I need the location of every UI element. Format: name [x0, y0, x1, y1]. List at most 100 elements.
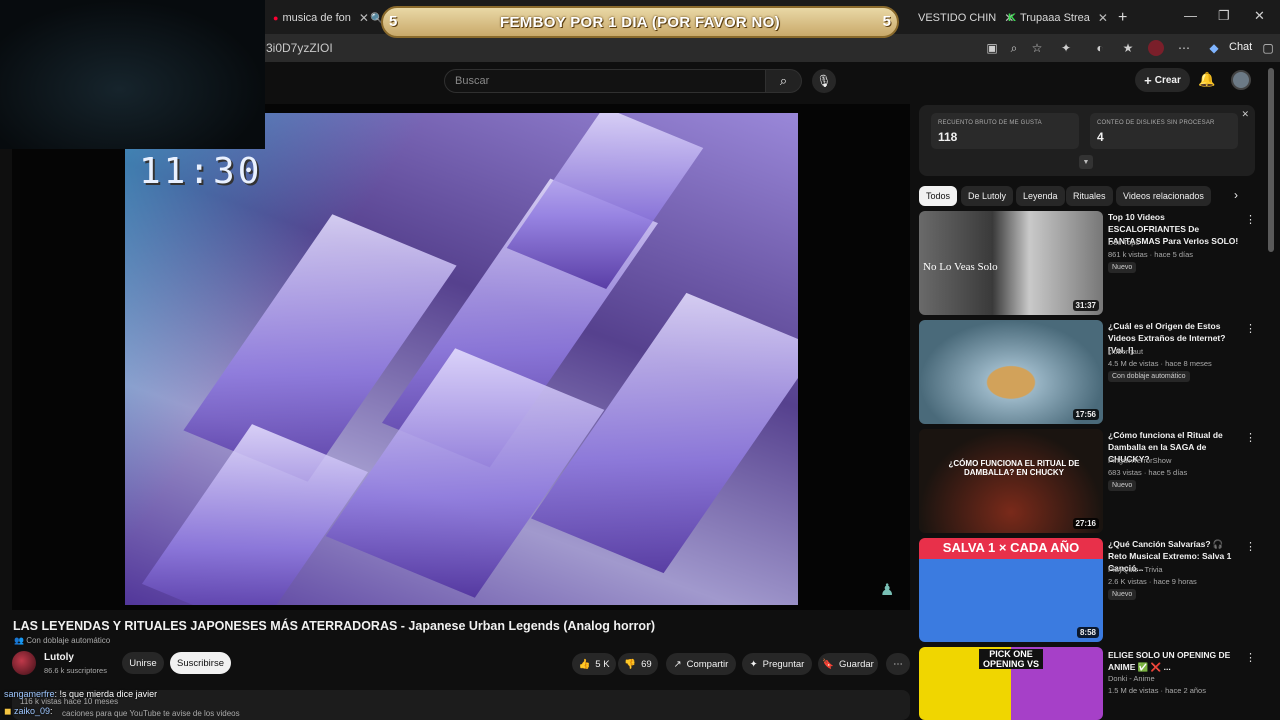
chat-user: zaiko_09	[14, 706, 51, 716]
more-vert-icon[interactable]: ⋮	[1245, 540, 1256, 553]
recommendation-meta: 861 k vistas · hace 5 días	[1108, 250, 1194, 259]
chip-todos[interactable]: Todos	[919, 186, 958, 206]
video-duration: 8:58	[1076, 627, 1099, 638]
likes-stat: RECUENTO BRUTO DE ME GUSTA 118	[931, 113, 1079, 149]
page-scrollbar[interactable]	[1268, 68, 1274, 252]
thumbs-up-icon: 👍	[578, 658, 591, 670]
browser-tab[interactable]: ● musica de fon ✕	[265, 4, 377, 32]
more-vert-icon[interactable]: ⋮	[1245, 213, 1256, 226]
app-icon[interactable]: ▣	[984, 40, 1000, 56]
video-thumbnail[interactable]: ¿CÓMO FUNCIONA EL RITUAL DE DAMBALLA? EN…	[919, 429, 1103, 533]
chip-de-lutoly[interactable]: De Lutoly	[961, 186, 1014, 206]
thumbnail-text: ¿CÓMO FUNCIONA EL RITUAL DE DAMBALLA? EN…	[948, 459, 1080, 477]
more-vert-icon[interactable]: ⋮	[1245, 322, 1256, 335]
save-button[interactable]: 🔖 Guardar	[818, 653, 878, 675]
tab-title: Trupaaa Strea	[1019, 12, 1090, 24]
recommendation-title[interactable]: ELIGE SOLO UN OPENING DE ANIME ✅ ❌ ...	[1108, 649, 1242, 673]
share-icon: ↗	[673, 658, 682, 670]
chat-user: sangamerfre	[4, 689, 55, 699]
chip-leyenda[interactable]: Leyenda	[1016, 186, 1065, 206]
search-icon: ⌕	[779, 73, 788, 88]
close-tab-icon[interactable]: ✕	[1098, 11, 1108, 25]
close-panel-icon[interactable]: ✕	[1241, 109, 1249, 120]
thumbnail-text: No Lo Veas Solo	[923, 261, 998, 273]
recommendation-channel[interactable]: clubernaut	[1108, 347, 1143, 356]
chat-text: :	[50, 706, 53, 716]
favorites-icon[interactable]: ★	[1120, 40, 1136, 56]
split-icon[interactable]: ◐	[1092, 40, 1108, 56]
more-menu-icon[interactable]: ⋯	[1176, 40, 1192, 56]
voice-search-button[interactable]: 🎙	[812, 69, 836, 93]
chevron-right-icon[interactable]: ›	[1234, 188, 1238, 202]
chat-text: : !s que mierda dice javier	[54, 689, 158, 699]
video-thumbnail[interactable]: 17:56	[919, 320, 1103, 424]
ask-button[interactable]: ✦ Preguntar	[742, 653, 812, 675]
expand-panel-icon[interactable]: ▼	[1079, 155, 1093, 169]
channel-avatar[interactable]	[12, 651, 36, 675]
sidebar-icon[interactable]: ▢	[1260, 40, 1276, 56]
zoom-icon[interactable]: ⌕	[1006, 40, 1022, 56]
youtube-tab-icon: ●	[273, 13, 279, 23]
plus-icon: +	[1144, 72, 1152, 88]
favorite-star-icon[interactable]: ☆	[1029, 40, 1045, 56]
recommendation-item[interactable]: 17:56 ¿Cuál es el Origen de Estos Videos…	[919, 320, 1264, 424]
chat-label[interactable]: Chat	[1229, 41, 1252, 53]
video-duration: 31:37	[1072, 300, 1099, 311]
close-window-icon[interactable]: ✕	[1254, 8, 1265, 24]
likes-value: 118	[938, 130, 958, 144]
url-text[interactable]: 3i0D7yzZIOI	[266, 41, 333, 55]
recommendation-item[interactable]: No Lo Veas Solo 31:37 Top 10 Videos ESCA…	[919, 211, 1264, 315]
minimize-icon[interactable]: —	[1184, 8, 1197, 23]
new-badge: Nuevo	[1108, 480, 1137, 491]
dislikes-stat: CONTEO DE DISLIKES SIN PROCESAR 4	[1090, 113, 1238, 149]
recommendation-channel[interactable]: PingüinTerrorShow	[1108, 456, 1171, 465]
chat-message: ◼ zaiko_09:	[4, 706, 53, 717]
tab-title: musica de fon	[282, 12, 351, 24]
more-actions-button[interactable]: ⋯	[886, 653, 910, 675]
video-thumbnail[interactable]: No Lo Veas Solo 31:37	[919, 211, 1103, 315]
recommendation-channel[interactable]: Donki - Anime	[1108, 674, 1155, 683]
create-label: Crear	[1154, 74, 1181, 86]
share-button[interactable]: ↗ Compartir	[666, 653, 736, 675]
recommendation-item[interactable]: PICK ONE OPENING VS ELIGE SOLO UN OPENIN…	[919, 647, 1264, 720]
create-button[interactable]: + Crear	[1135, 68, 1190, 92]
copilot-icon[interactable]: ◆	[1206, 40, 1222, 56]
video-timestamp-overlay: 11:30	[139, 151, 263, 192]
video-player[interactable]: 11:30 ♟	[12, 104, 910, 610]
account-avatar[interactable]	[1231, 70, 1251, 90]
browser-tab[interactable]: K Trupaaa Strea ✕	[1000, 4, 1116, 32]
recommendation-item[interactable]: ¿CÓMO FUNCIONA EL RITUAL DE DAMBALLA? EN…	[919, 429, 1264, 533]
banner-title: FEMBOY POR 1 DIA (POR FAVOR NO)	[500, 13, 780, 31]
video-title: LAS LEYENDAS Y RITUALES JAPONESES MÁS AT…	[13, 619, 655, 633]
more-vert-icon[interactable]: ⋮	[1245, 651, 1256, 664]
channel-name[interactable]: Lutoly	[44, 652, 74, 663]
chip-videos-relacionados[interactable]: Videos relacionados	[1116, 186, 1211, 206]
restore-icon[interactable]: ❐	[1218, 8, 1230, 24]
sparkle-icon: ✦	[749, 658, 758, 670]
join-button[interactable]: Unirse	[122, 652, 164, 674]
new-tab-button[interactable]: +	[1110, 4, 1135, 32]
video-thumbnail[interactable]: SALVA 1 × CADA AÑO 8:58	[919, 538, 1103, 642]
recommendation-meta: 2.6 K vistas · hace 9 horas	[1108, 577, 1197, 586]
extensions-icon[interactable]: ✦	[1058, 40, 1074, 56]
chat-message: sangamerfre: !s que mierda dice javier	[4, 689, 157, 699]
like-button[interactable]: 👍 5 K	[572, 653, 616, 675]
chip-rituales[interactable]: Rituales	[1066, 186, 1113, 206]
banner-right-number: 5	[882, 13, 891, 30]
bookmark-icon: 🔖	[822, 658, 834, 670]
return-dislike-panel: RECUENTO BRUTO DE ME GUSTA 118 CONTEO DE…	[919, 105, 1255, 176]
search-input[interactable]: Buscar	[444, 69, 766, 93]
dislike-button[interactable]: 👎 69	[618, 653, 658, 675]
video-duration: 27:16	[1072, 518, 1099, 529]
more-vert-icon[interactable]: ⋮	[1245, 431, 1256, 444]
video-thumbnail[interactable]: PICK ONE OPENING VS	[919, 647, 1103, 720]
ambient-mode-icon[interactable]: ♟	[880, 580, 894, 600]
recommendation-channel[interactable]: PlayQuiz - Trivia	[1108, 565, 1163, 574]
recommendation-item[interactable]: SALVA 1 × CADA AÑO 8:58 ¿Qué Canción Sal…	[919, 538, 1264, 642]
banner-left-number: 5	[389, 13, 398, 30]
recommendation-channel[interactable]: Doc Tops	[1108, 238, 1139, 247]
search-button[interactable]: ⌕	[766, 69, 802, 93]
profile-icon[interactable]	[1148, 40, 1164, 56]
subscribe-button[interactable]: Suscribirse	[170, 652, 231, 674]
notifications-bell-icon[interactable]: 🔔	[1198, 71, 1215, 88]
